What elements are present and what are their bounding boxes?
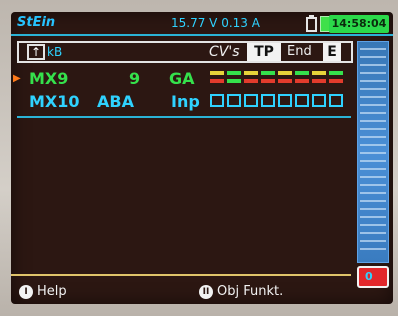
output-cell-bottom — [227, 79, 241, 83]
output-cell-bottom — [329, 79, 343, 83]
output-cell-bottom — [261, 79, 275, 83]
input-cell[interactable] — [261, 94, 275, 107]
battery-outline-icon — [306, 17, 317, 32]
softkey-bar: I Help II Obj Funkt. — [11, 274, 351, 304]
speed-tick — [360, 176, 386, 178]
output-cell[interactable] — [312, 71, 326, 84]
divider — [17, 116, 351, 118]
speed-tick — [360, 48, 386, 50]
obj-funkt-softkey[interactable]: II Obj Funkt. — [199, 284, 283, 299]
output-cell[interactable] — [261, 71, 275, 84]
end-e-button[interactable]: E — [323, 43, 341, 61]
loco-address: ABA — [97, 92, 134, 111]
output-cell-top — [227, 71, 241, 75]
input-cell[interactable] — [312, 94, 326, 107]
speed-tick — [360, 192, 386, 194]
speed-tick — [360, 120, 386, 122]
speed-value: 0 — [365, 270, 373, 283]
voltage-current-readout: 15.77 V 0.13 A — [171, 16, 260, 30]
loco-name: MX10 — [29, 92, 80, 111]
speed-tick — [360, 88, 386, 90]
loco-mode: GA — [169, 69, 195, 88]
speed-stop-button[interactable]: 0 — [357, 266, 389, 288]
speed-tick — [360, 112, 386, 114]
output-cell[interactable] — [227, 71, 241, 84]
softkey-ii-icon: II — [199, 285, 213, 299]
loco-name: MX9 — [29, 69, 69, 88]
output-cell[interactable] — [329, 71, 343, 84]
output-cell-bottom — [278, 79, 292, 83]
output-cell-bottom — [295, 79, 309, 83]
output-cell-top — [278, 71, 292, 75]
loco-address: 9 — [129, 69, 141, 88]
speed-tick — [360, 152, 386, 154]
speed-tick — [360, 56, 386, 58]
output-cell[interactable] — [278, 71, 292, 84]
input-cell[interactable] — [210, 94, 224, 107]
speed-slider[interactable] — [357, 41, 389, 263]
speed-tick — [360, 216, 386, 218]
output-cell[interactable] — [210, 71, 224, 84]
up-arrow-icon[interactable]: ↑ — [27, 44, 45, 60]
speed-tick — [360, 104, 386, 106]
input-cell[interactable] — [295, 94, 309, 107]
speed-tick — [360, 80, 386, 82]
clock: 14:58:04 — [329, 15, 389, 33]
speed-tick — [360, 136, 386, 138]
output-cell-bottom — [312, 79, 326, 83]
help-softkey[interactable]: I Help — [19, 284, 67, 299]
list-item[interactable]: MX10 ABA Inp — [11, 92, 351, 114]
speed-tick — [360, 200, 386, 202]
output-cell-top — [244, 71, 258, 75]
input-cell[interactable] — [227, 94, 241, 107]
speed-tick — [360, 168, 386, 170]
cvs-label: CV's — [209, 44, 240, 60]
output-cell-bottom — [244, 79, 258, 83]
tp-button[interactable]: TP — [247, 43, 281, 61]
output-cell[interactable] — [244, 71, 258, 84]
app-title: StEin — [17, 15, 56, 30]
output-function-grid — [210, 71, 346, 89]
output-cell[interactable] — [295, 71, 309, 84]
output-cell-top — [312, 71, 326, 75]
input-function-grid — [210, 94, 346, 112]
speed-tick — [360, 224, 386, 226]
input-cell[interactable] — [329, 94, 343, 107]
input-cell[interactable] — [244, 94, 258, 107]
obj-funkt-label: Obj Funkt. — [217, 284, 284, 299]
speed-tick — [360, 160, 386, 162]
selection-pointer-icon: ▶ — [13, 73, 21, 84]
speed-tick — [360, 96, 386, 98]
end-label: End — [287, 44, 312, 59]
kb-label: kB — [47, 45, 63, 59]
status-bar: StEin 15.77 V 0.13 A 14:58:04 — [11, 12, 393, 36]
output-cell-bottom — [210, 79, 224, 83]
output-cell-top — [210, 71, 224, 75]
softkey-i-icon: I — [19, 285, 33, 299]
controller-screen: StEin 15.77 V 0.13 A 14:58:04 ↑ kB CV's … — [11, 12, 393, 304]
loco-mode: Inp — [171, 92, 200, 111]
speed-tick — [360, 248, 386, 250]
speed-tick — [360, 144, 386, 146]
input-cell[interactable] — [278, 94, 292, 107]
speed-tick — [360, 128, 386, 130]
output-cell-top — [261, 71, 275, 75]
toolbar: ↑ kB CV's TP End E — [17, 41, 353, 63]
speed-tick — [360, 72, 386, 74]
speed-tick — [360, 184, 386, 186]
list-item[interactable]: ▶ MX9 9 GA — [11, 69, 351, 91]
output-cell-top — [295, 71, 309, 75]
speed-tick — [360, 240, 386, 242]
output-cell-top — [329, 71, 343, 75]
speed-tick — [360, 64, 386, 66]
speed-tick — [360, 232, 386, 234]
help-label: Help — [37, 284, 67, 299]
speed-tick — [360, 208, 386, 210]
